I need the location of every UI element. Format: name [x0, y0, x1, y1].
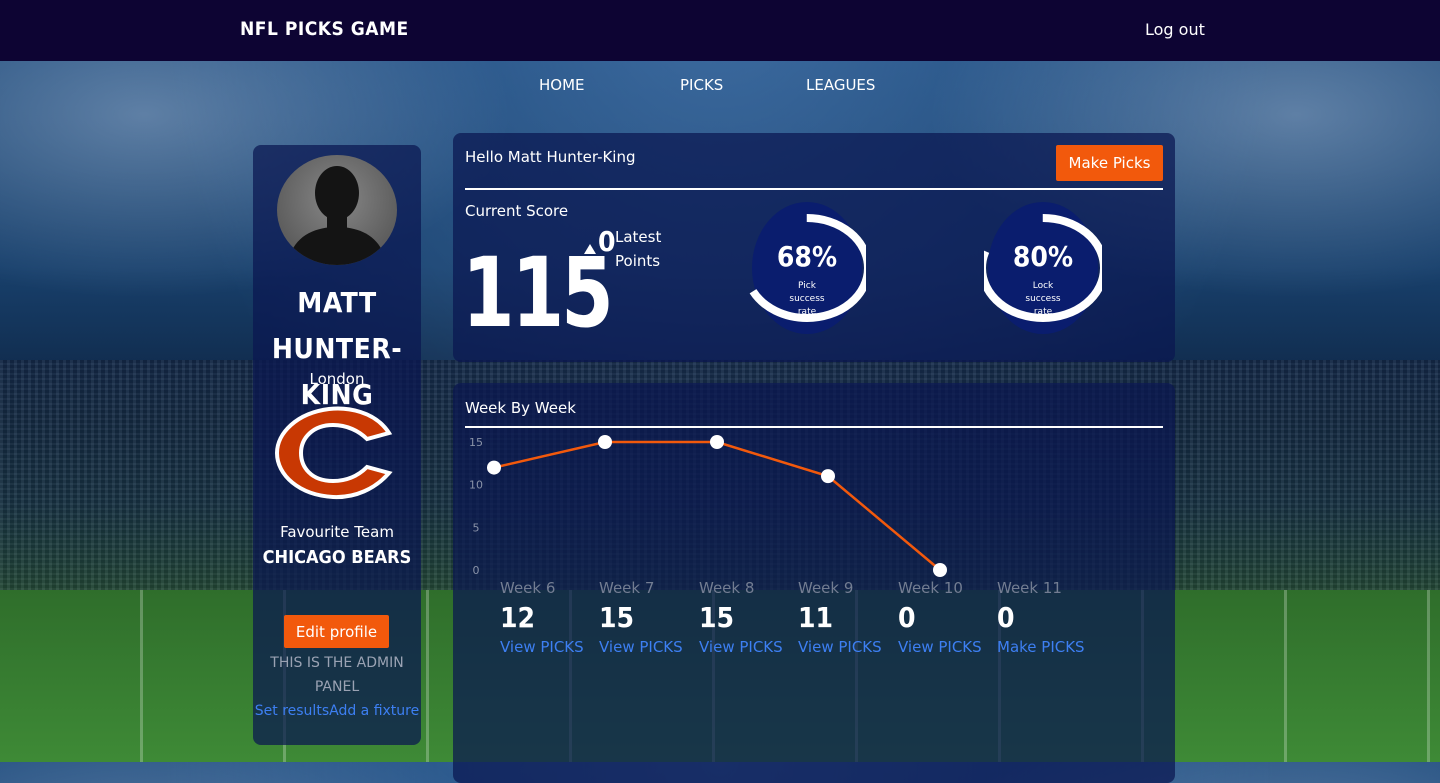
- week-points: 0: [997, 601, 1015, 634]
- week-name: Week 7: [599, 579, 655, 597]
- pick-success-gauge: 68% Pick success rate: [742, 200, 872, 340]
- make-picks-button[interactable]: Make Picks: [1056, 145, 1163, 181]
- current-score-label: Current Score: [465, 202, 569, 220]
- lock-success-gauge: 80% Lock success rate: [978, 200, 1108, 340]
- y-tick-label: 0: [473, 564, 480, 577]
- lock-success-percent: 80%: [1012, 240, 1074, 273]
- week-points: 15: [599, 601, 635, 634]
- logout-link[interactable]: Log out: [1145, 20, 1205, 39]
- data-point[interactable]: [710, 435, 724, 449]
- week-picks-link[interactable]: Make PICKS: [997, 638, 1097, 656]
- favourite-team-label: Favourite Team: [280, 523, 394, 541]
- latest-points-value: 0: [598, 225, 616, 258]
- add-fixture-link[interactable]: Add a fixture: [329, 703, 419, 719]
- up-arrow-icon: [584, 244, 596, 254]
- week-name: Week 10: [898, 579, 963, 597]
- nav-leagues[interactable]: LEAGUES: [806, 76, 875, 94]
- week-by-week-card: Week By Week 0 5 10 15 Week 6 12 View PICKS We…: [453, 383, 1175, 783]
- main-nav: HOME PICKS LEAGUES: [0, 76, 1440, 100]
- data-point[interactable]: [821, 469, 835, 484]
- week-column: Week 8 15 View PICKS: [699, 579, 799, 656]
- greeting-text: Hello Matt Hunter-King: [465, 148, 636, 166]
- week-picks-link[interactable]: View PICKS: [599, 638, 699, 656]
- week-points: 15: [699, 601, 735, 634]
- data-point[interactable]: [487, 460, 501, 475]
- admin-links: Set resultsAdd a fixture: [253, 699, 421, 723]
- chicago-bears-logo-icon: [274, 406, 393, 500]
- week-picks-link[interactable]: View PICKS: [898, 638, 998, 656]
- profile-name-first: MATT: [297, 286, 377, 319]
- edit-profile-button[interactable]: Edit profile: [284, 615, 389, 648]
- nav-home[interactable]: HOME: [539, 76, 585, 94]
- admin-panel-text: THIS IS THE ADMIN PANEL: [270, 655, 404, 695]
- week-column: Week 9 11 View PICKS: [798, 579, 898, 656]
- pick-success-caption: Pick success rate: [789, 281, 825, 317]
- week-name: Week 9: [798, 579, 854, 597]
- profile-card: MATT HUNTER-KING London Favourite Team C…: [253, 145, 421, 745]
- week-name: Week 11: [997, 579, 1062, 597]
- brand-title[interactable]: NFL PICKS GAME: [240, 18, 409, 40]
- person-silhouette-icon: [287, 166, 387, 265]
- y-tick-label: 5: [473, 521, 480, 534]
- data-point[interactable]: [933, 563, 947, 577]
- weekly-points-chart: 0 5 10 15: [469, 435, 947, 577]
- week-name: Week 6: [500, 579, 556, 597]
- lock-success-caption: Lock success rate: [1025, 281, 1061, 317]
- pick-success-percent: 68%: [776, 240, 838, 273]
- avatar: [277, 155, 397, 265]
- profile-name: MATT HUNTER-KING: [253, 280, 421, 418]
- week-picks-link[interactable]: View PICKS: [500, 638, 600, 656]
- favourite-team-name: CHICAGO BEARS: [262, 547, 412, 568]
- set-results-link[interactable]: Set results: [255, 703, 329, 719]
- week-by-week-title: Week By Week: [465, 399, 576, 417]
- week-picks-link[interactable]: View PICKS: [699, 638, 799, 656]
- y-tick-label: 10: [469, 479, 483, 492]
- week-column: Week 10 0 View PICKS: [898, 579, 998, 656]
- data-point[interactable]: [598, 435, 612, 449]
- top-bar: NFL PICKS GAME Log out: [0, 0, 1440, 61]
- nav-picks[interactable]: PICKS: [680, 76, 723, 94]
- week-points: 0: [898, 601, 916, 634]
- week-points: 11: [798, 601, 834, 634]
- week-column: Week 6 12 View PICKS: [500, 579, 600, 656]
- profile-city: London: [309, 370, 365, 388]
- latest-points-label: Latest Points: [615, 228, 662, 270]
- week-points: 12: [500, 601, 536, 634]
- week-picks-link[interactable]: View PICKS: [798, 638, 898, 656]
- score-card: Hello Matt Hunter-King Make Picks Curren…: [453, 133, 1175, 362]
- week-column: Week 11 0 Make PICKS: [997, 579, 1097, 656]
- series-line: [493, 440, 941, 571]
- week-column: Week 7 15 View PICKS: [599, 579, 699, 656]
- week-name: Week 8: [699, 579, 755, 597]
- y-tick-label: 15: [469, 436, 483, 449]
- divider: [465, 188, 1163, 190]
